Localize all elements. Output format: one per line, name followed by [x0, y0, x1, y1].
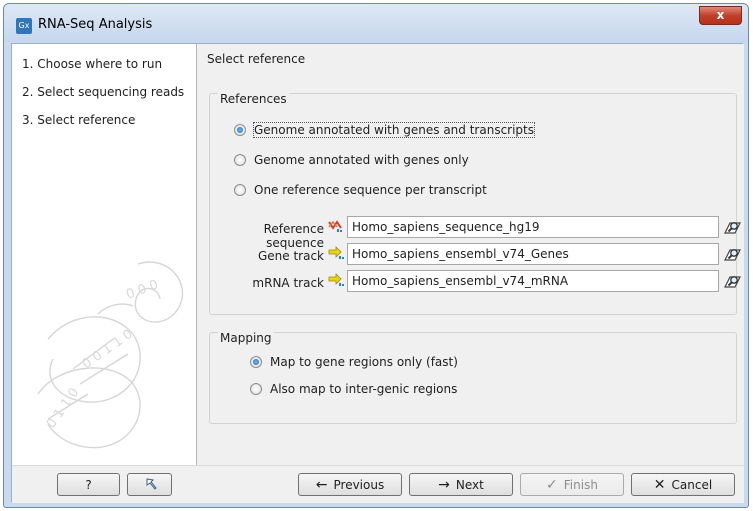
title-bar[interactable]: Gx RNA-Seq Analysis x	[4, 4, 748, 42]
references-group: References Genome annotated with genes a…	[209, 92, 741, 315]
previous-button[interactable]: ← Previous	[298, 473, 402, 496]
svg-text:0 1 1 0: 0 1 1 0	[44, 385, 82, 431]
reference-sequence-label: Reference sequence	[263, 222, 324, 250]
radio-unselected-icon[interactable]	[234, 184, 246, 196]
gene-track-label: Gene track	[257, 249, 324, 263]
checkmark-icon: ✓	[546, 476, 558, 493]
gene-track-field[interactable]: Homo_sapiens_ensembl_v74_Genes	[347, 243, 719, 265]
references-group-title: References	[218, 92, 289, 106]
help-button[interactable]: ?	[57, 473, 120, 496]
radio-label: Genome annotated with genes and transcri…	[252, 122, 536, 138]
radio-unselected-icon[interactable]	[234, 154, 246, 166]
radio-one-reference-per-transcript[interactable]: One reference sequence per transcript	[234, 183, 487, 197]
radio-selected-icon[interactable]	[250, 356, 262, 368]
radio-map-intergenic[interactable]: Also map to inter-genic regions	[250, 382, 457, 396]
radio-label: Genome annotated with genes only	[254, 153, 469, 167]
radio-label: Also map to inter-genic regions	[270, 382, 458, 396]
watermark-logo-icon: 0 0 1 1 0 0 1 1 0 0 0 0	[37, 261, 184, 449]
annotation-track-icon	[328, 273, 344, 286]
sequence-track-icon	[328, 220, 342, 232]
radio-genome-genes-only[interactable]: Genome annotated with genes only	[234, 153, 469, 167]
reset-button[interactable]	[127, 473, 172, 496]
arrow-left-icon: ←	[315, 476, 328, 493]
radio-genome-genes-transcripts[interactable]: Genome annotated with genes and transcri…	[234, 122, 536, 138]
finish-label: Finish	[563, 477, 598, 492]
undo-arrow-icon	[146, 477, 157, 490]
wizard-step: 1. Choose where to run	[22, 57, 163, 71]
svg-text:0 0 0: 0 0 0	[124, 277, 160, 302]
mrna-track-field[interactable]: Homo_sapiens_ensembl_v74_mRNA	[347, 270, 719, 292]
finish-button[interactable]: ✓ Finish	[520, 473, 624, 496]
main-panel: Select reference References Genome annot…	[198, 44, 744, 465]
app-icon: Gx	[16, 18, 32, 34]
browse-folder-icon[interactable]	[722, 217, 742, 237]
browse-folder-icon[interactable]	[722, 271, 742, 291]
dialog-body: 1. Choose where to run 2. Select sequenc…	[11, 43, 744, 503]
radio-selected-icon[interactable]	[234, 124, 246, 136]
section-title: Select reference	[207, 52, 306, 66]
window-title: RNA-Seq Analysis	[38, 17, 153, 32]
annotation-track-icon	[328, 246, 344, 259]
close-x-icon: ✕	[653, 476, 666, 493]
button-bar: ? ← Previous → Next ✓ Finish ✕ Cancel	[12, 465, 744, 503]
arrow-right-icon: →	[438, 476, 450, 493]
radio-label: Map to gene regions only (fast)	[270, 355, 458, 369]
browse-folder-icon[interactable]	[722, 244, 742, 264]
next-button[interactable]: → Next	[409, 473, 513, 496]
dialog-window: Gx RNA-Seq Analysis x 1. Choose where to…	[3, 3, 749, 508]
reference-sequence-field[interactable]: Homo_sapiens_sequence_hg19	[347, 216, 719, 238]
wizard-step: 3. Select reference	[22, 113, 136, 127]
cancel-button[interactable]: ✕ Cancel	[631, 473, 735, 496]
next-label: Next	[455, 477, 484, 492]
svg-text:0 0 1 1 0: 0 0 1 1 0	[80, 327, 136, 372]
radio-label: One reference sequence per transcript	[254, 183, 487, 197]
previous-label: Previous	[333, 477, 385, 492]
radio-unselected-icon[interactable]	[250, 383, 262, 395]
wizard-step: 2. Select sequencing reads	[22, 85, 185, 99]
mapping-group: Mapping Map to gene regions only (fast) …	[209, 331, 737, 424]
cancel-label: Cancel	[671, 477, 713, 492]
close-button[interactable]: x	[699, 6, 742, 25]
radio-map-gene-regions[interactable]: Map to gene regions only (fast)	[250, 355, 458, 369]
wizard-steps-panel: 1. Choose where to run 2. Select sequenc…	[12, 44, 197, 465]
mapping-group-title: Mapping	[218, 331, 274, 345]
mrna-track-label: mRNA track	[252, 276, 324, 290]
help-label: ?	[85, 477, 92, 492]
